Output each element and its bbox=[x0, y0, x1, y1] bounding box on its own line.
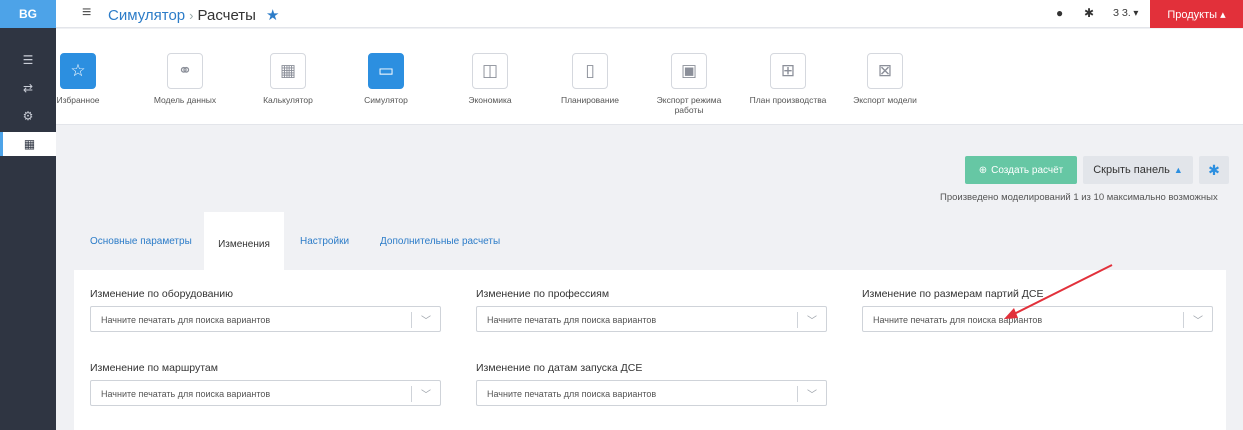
select-divider bbox=[797, 386, 798, 402]
toolbar-item-calculator[interactable]: ▦ Калькулятор bbox=[248, 53, 328, 105]
gears-icon[interactable]: ⚙ bbox=[0, 104, 56, 128]
hide-panel-button[interactable]: Скрыть панель ▲ bbox=[1083, 156, 1193, 184]
toolbar-item-label: Избранное bbox=[56, 95, 100, 105]
select-placeholder: Начните печатать для поиска вариантов bbox=[873, 315, 1043, 325]
toolbar-item-label: Симулятор bbox=[364, 95, 408, 105]
launch-dates-select[interactable]: Начните печатать для поиска вариантов ﹀ bbox=[476, 380, 827, 406]
save-icon: ▣ bbox=[671, 53, 707, 89]
toolbar-item-data-model[interactable]: ⚭ Модель данных bbox=[145, 53, 225, 105]
breadcrumb-root[interactable]: Симулятор bbox=[108, 7, 185, 24]
toolbar-item-label: Экспорт режима работы bbox=[656, 95, 722, 115]
changes-panel: Изменение по оборудованию Начните печата… bbox=[74, 270, 1226, 430]
calculator-icon: ▦ bbox=[270, 53, 306, 89]
chevron-down-icon[interactable]: ﹀ bbox=[421, 312, 431, 327]
wallet-icon: ◫ bbox=[472, 53, 508, 89]
simulator-icon: ▭ bbox=[368, 53, 404, 89]
launch-dates-label: Изменение по датам запуска ДСЕ bbox=[476, 362, 643, 374]
simulation-count-info: Произведено моделирований 1 из 10 максим… bbox=[940, 192, 1218, 203]
settings-gear-button[interactable]: ✱ bbox=[1199, 156, 1229, 184]
gear-icon[interactable]: ✱ bbox=[1084, 6, 1094, 20]
routes-label: Изменение по маршрутам bbox=[90, 362, 218, 374]
select-divider bbox=[1183, 312, 1184, 328]
products-button[interactable]: Продукты ▴ bbox=[1150, 0, 1243, 28]
toolbar-item-label: Модель данных bbox=[153, 95, 217, 105]
excel-icon: ⊠ bbox=[867, 53, 903, 89]
favorite-star-icon[interactable]: ★ bbox=[266, 6, 279, 24]
toolbar-item-economics[interactable]: ◫ Экономика bbox=[450, 53, 530, 105]
toolbar-item-simulator[interactable]: ▭ Симулятор bbox=[346, 53, 426, 105]
toolbar-item-favorites[interactable]: ☆ Избранное bbox=[38, 53, 118, 105]
star-icon: ☆ bbox=[60, 53, 96, 89]
toolbar-item-label: План производства bbox=[749, 95, 827, 105]
menu-icon[interactable]: ≡ bbox=[82, 4, 91, 22]
toolbar-item-production-plan[interactable]: ⊞ План производства bbox=[748, 53, 828, 105]
top-header: ≡ Симулятор › Расчеты ★ ● ✱ З З. ▾ bbox=[56, 0, 1243, 28]
routes-select[interactable]: Начните печатать для поиска вариантов ﹀ bbox=[90, 380, 441, 406]
breadcrumb-separator: › bbox=[189, 7, 194, 23]
chevron-down-icon[interactable]: ﹀ bbox=[807, 386, 817, 401]
app-logo[interactable]: BG bbox=[0, 0, 56, 28]
toolbar-item-export-model[interactable]: ⊠ Экспорт модели bbox=[845, 53, 925, 105]
select-placeholder: Начните печатать для поиска вариантов bbox=[487, 389, 657, 399]
select-divider bbox=[411, 386, 412, 402]
toolbar-item-export-mode[interactable]: ▣ Экспорт режима работы bbox=[649, 53, 729, 115]
create-calculation-label: Создать расчёт bbox=[991, 164, 1064, 176]
globe-icon[interactable]: ● bbox=[1056, 6, 1063, 20]
planning-icon: ▯ bbox=[572, 53, 608, 89]
batch-sizes-label: Изменение по размерам партий ДСЕ bbox=[862, 288, 1044, 300]
chevron-down-icon[interactable]: ﹀ bbox=[807, 312, 817, 327]
gear-icon: ✱ bbox=[1208, 161, 1220, 178]
calculator-icon[interactable]: ▦ bbox=[0, 132, 56, 156]
plus-circle-icon: ⊕ bbox=[978, 164, 988, 176]
toolbar-item-label: Планирование bbox=[560, 95, 619, 105]
create-calculation-button[interactable]: ⊕ Создать расчёт bbox=[965, 156, 1077, 184]
breadcrumb: Симулятор › Расчеты ★ bbox=[108, 6, 279, 25]
caret-up-icon: ▲ bbox=[1173, 165, 1183, 175]
select-placeholder: Начните печатать для поиска вариантов bbox=[101, 315, 271, 325]
calendar-plus-icon: ⊞ bbox=[770, 53, 806, 89]
equipment-label: Изменение по оборудованию bbox=[90, 288, 234, 300]
toolbar-item-planning[interactable]: ▯ Планирование bbox=[550, 53, 630, 105]
select-divider bbox=[411, 312, 412, 328]
main-content: ⊕ Создать расчёт Скрыть панель ▲ ✱ Произ… bbox=[56, 126, 1243, 430]
equipment-select[interactable]: Начните печатать для поиска вариантов ﹀ bbox=[90, 306, 441, 332]
data-model-icon: ⚭ bbox=[167, 53, 203, 89]
professions-label: Изменение по профессиям bbox=[476, 288, 610, 300]
module-toolbar: ☆ Избранное ⚭ Модель данных ▦ Калькулято… bbox=[56, 29, 1243, 125]
tab-additional-calculations[interactable]: Дополнительные расчеты bbox=[380, 236, 500, 247]
tab-main-parameters[interactable]: Основные параметры bbox=[90, 236, 192, 247]
select-divider bbox=[797, 312, 798, 328]
tab-changes[interactable]: Изменения bbox=[204, 212, 284, 270]
professions-select[interactable]: Начните печатать для поиска вариантов ﹀ bbox=[476, 306, 827, 332]
toolbar-item-label: Экспорт модели bbox=[853, 95, 917, 105]
toolbar-item-label: Экономика bbox=[468, 95, 512, 105]
hide-panel-label: Скрыть панель bbox=[1093, 164, 1170, 176]
toolbar-item-label: Калькулятор bbox=[263, 95, 313, 105]
chevron-down-icon[interactable]: ﹀ bbox=[421, 386, 431, 401]
select-placeholder: Начните печатать для поиска вариантов bbox=[101, 389, 271, 399]
page-title: Расчеты bbox=[197, 6, 256, 24]
batch-sizes-select[interactable]: Начните печатать для поиска вариантов ﹀ bbox=[862, 306, 1213, 332]
user-menu[interactable]: З З. ▾ bbox=[1113, 8, 1138, 19]
chevron-down-icon[interactable]: ﹀ bbox=[1193, 312, 1203, 327]
select-placeholder: Начните печатать для поиска вариантов bbox=[487, 315, 657, 325]
tab-settings[interactable]: Настройки bbox=[300, 236, 349, 247]
